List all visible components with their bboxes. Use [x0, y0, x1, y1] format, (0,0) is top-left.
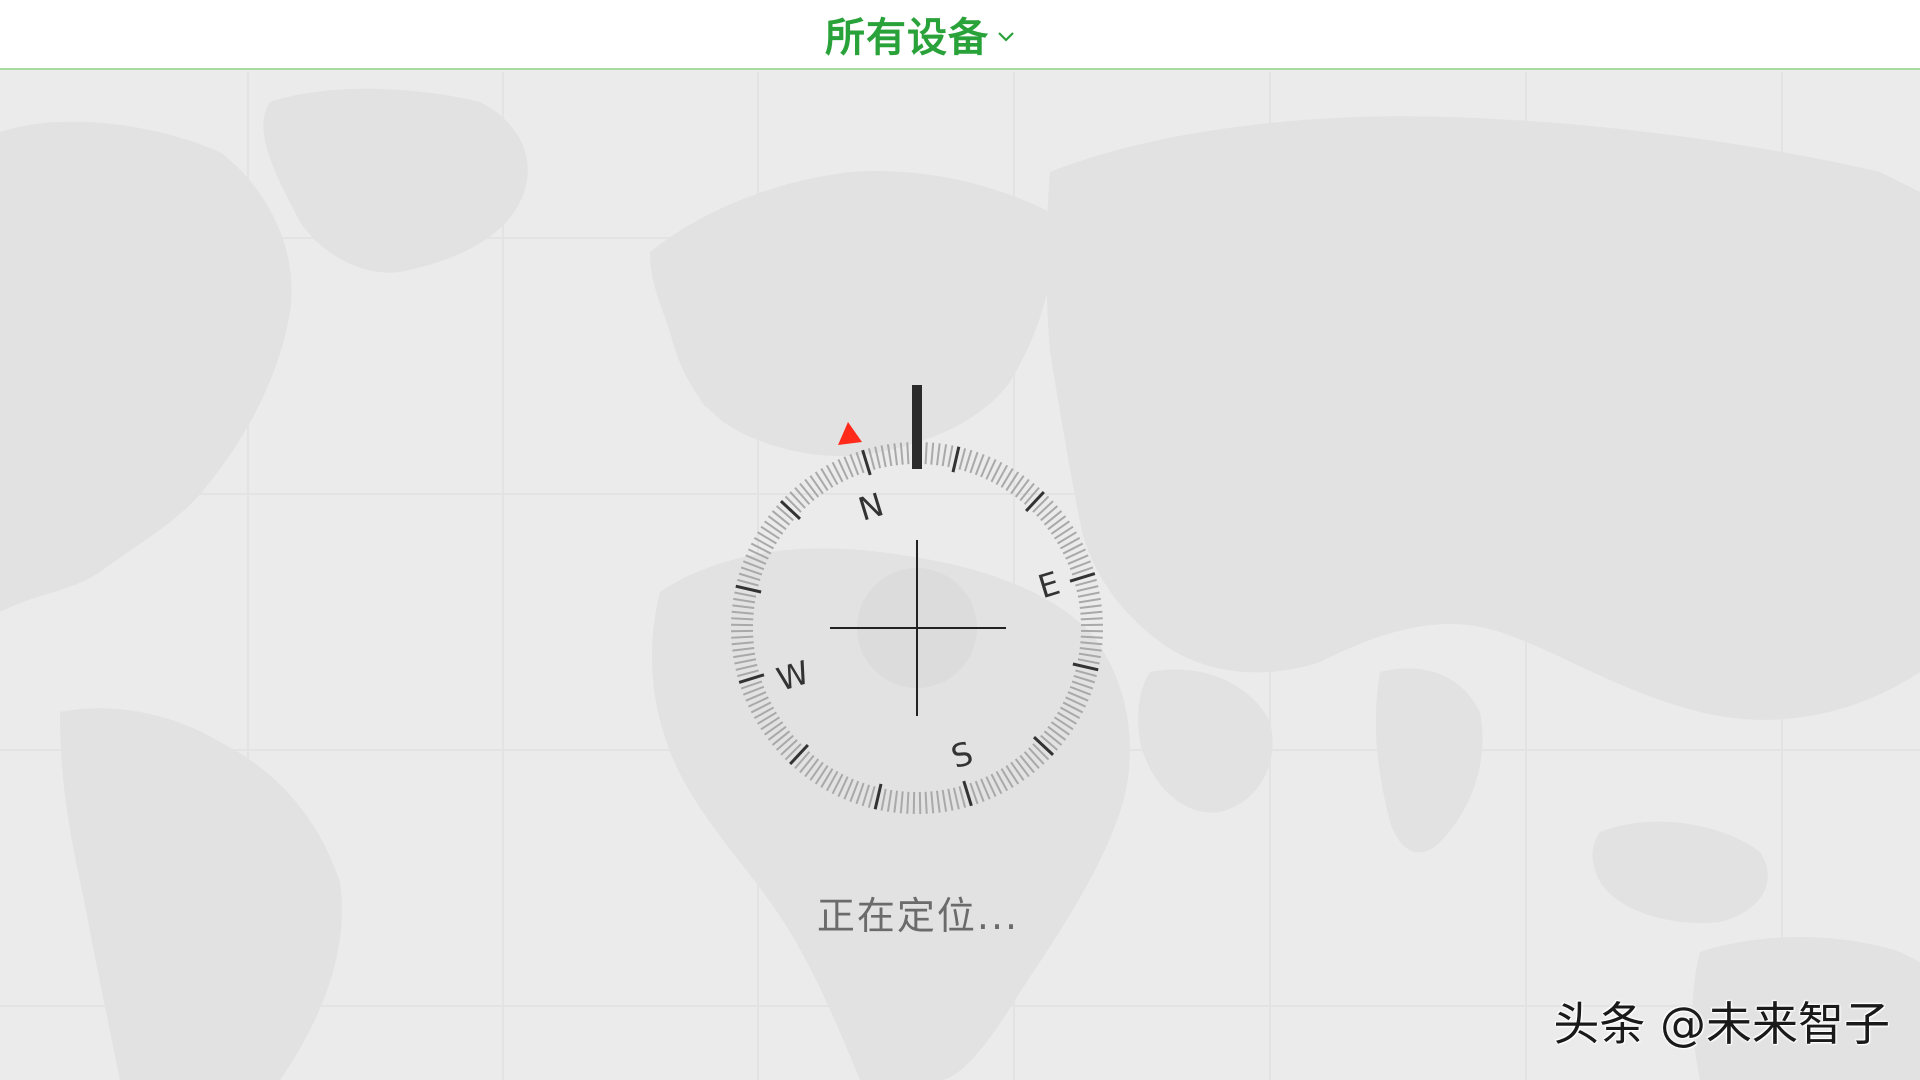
watermark: 头条 @未来智子	[1553, 997, 1890, 1051]
chevron-down-icon	[998, 32, 1014, 42]
all-devices-dropdown[interactable]: 所有设备	[825, 5, 1015, 63]
find-my-page: 所有设备 N E S W 正在定位... 头条 @未来智子	[0, 0, 1920, 1080]
device-selector-label: 所有设备	[825, 15, 989, 61]
top-bar: 所有设备	[0, 0, 1920, 70]
locating-status: 正在定位...	[816, 894, 1020, 938]
